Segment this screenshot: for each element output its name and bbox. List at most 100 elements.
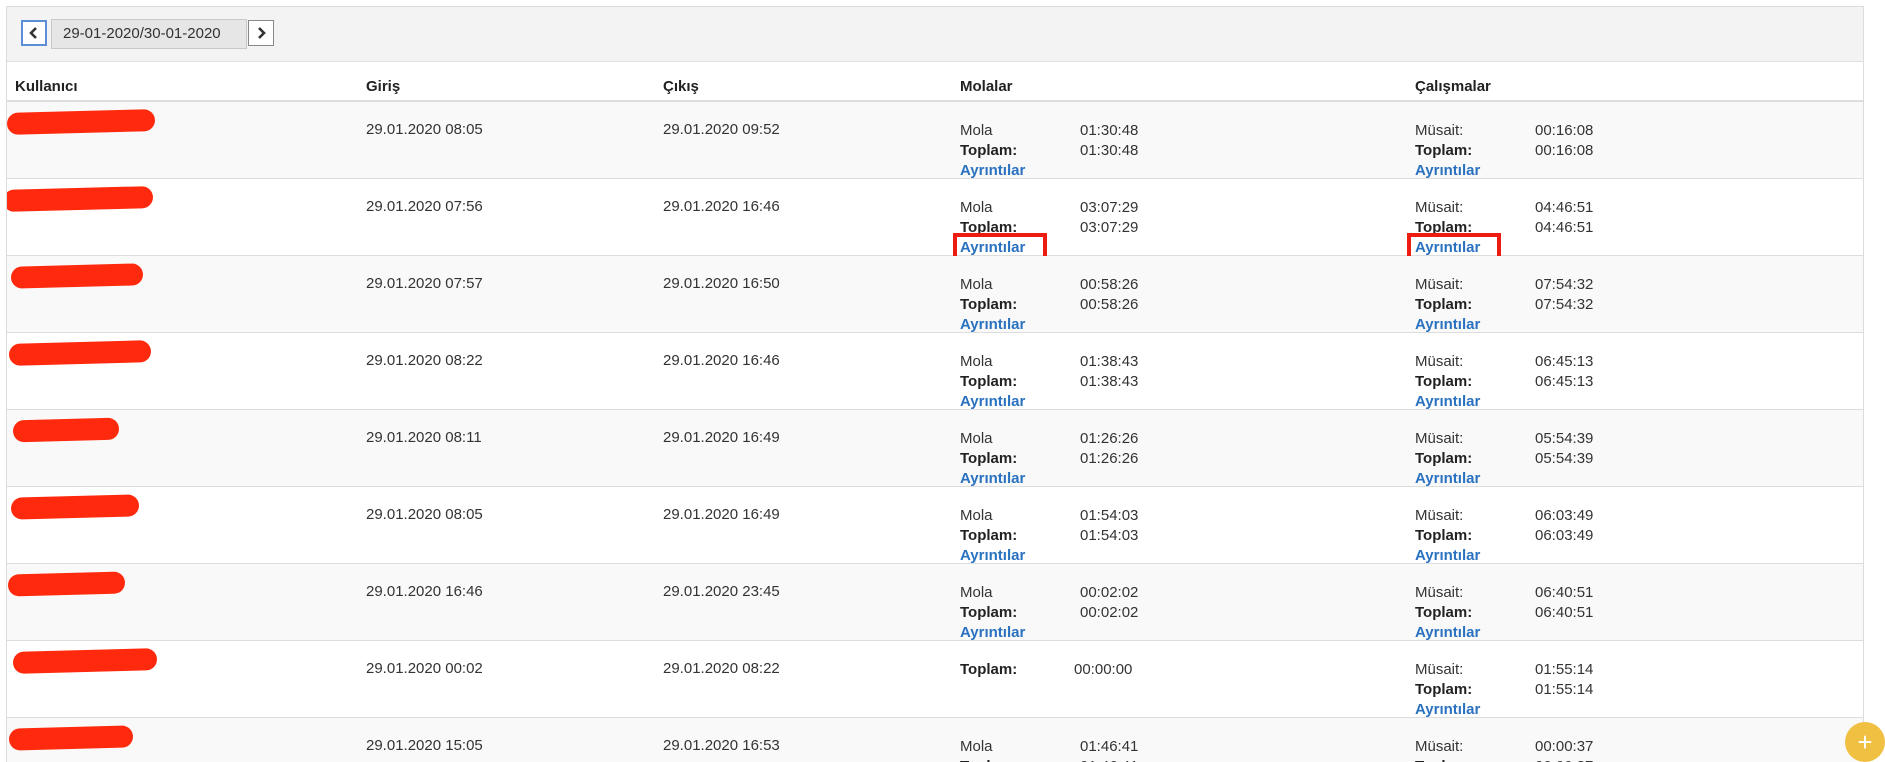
break-label: Mola: [960, 584, 993, 601]
available-label: Müsait:: [1415, 584, 1464, 601]
table-row: 29.01.2020 08:05 29.01.2020 16:49 Mola 01:5…: [7, 487, 1863, 564]
user-name-redaction: [10, 263, 144, 289]
break-value: 01:30:48: [1080, 122, 1139, 139]
user-name-redaction: [8, 725, 134, 751]
break-total-value: 01:26:26: [1080, 450, 1139, 467]
work-details-link[interactable]: Ayrıntılar: [1415, 700, 1480, 720]
break-value: 01:46:41: [1080, 738, 1139, 755]
checkout-time: 29.01.2020 09:52: [663, 121, 780, 138]
break-label: Mola: [960, 276, 993, 293]
break-total-value: 01:46:41: [1080, 757, 1138, 762]
break-total-label: Toplam:: [960, 373, 1018, 390]
available-value: 07:54:32: [1535, 276, 1594, 293]
user-name-redaction: [12, 648, 158, 674]
work-details-link[interactable]: Ayrıntılar: [1415, 392, 1480, 412]
work-total-value: 07:54:32: [1535, 296, 1594, 313]
table-header: Kullanıcı Giriş Çıkış Molalar Çalışmalar: [7, 62, 1863, 102]
checkout-time: 29.01.2020 16:46: [663, 352, 780, 369]
user-name-redaction: [12, 417, 120, 443]
work-total-label: Toplam:: [1415, 527, 1473, 544]
work-details-link[interactable]: Ayrıntılar: [1415, 161, 1480, 181]
break-details-link[interactable]: Ayrıntılar: [960, 546, 1025, 566]
work-total-value: 04:46:51: [1535, 219, 1594, 236]
break-details-link[interactable]: Ayrıntılar: [960, 161, 1025, 181]
date-toolbar: 29-01-2020/30-01-2020: [7, 7, 1863, 62]
break-label: Mola: [960, 353, 993, 370]
break-total-label: Toplam:: [960, 757, 1017, 762]
break-label: Mola: [960, 738, 993, 755]
date-range-field[interactable]: 29-01-2020/30-01-2020: [51, 19, 247, 49]
work-total-value: 01:55:14: [1535, 681, 1594, 698]
work-details-link[interactable]: Ayrıntılar: [1415, 469, 1480, 489]
available-value: 01:55:14: [1535, 661, 1594, 678]
add-button[interactable]: +: [1845, 722, 1885, 762]
break-details-link[interactable]: Ayrıntılar: [960, 315, 1025, 335]
available-label: Müsait:: [1415, 661, 1464, 678]
available-value: 06:45:13: [1535, 353, 1594, 370]
checkout-time: 29.01.2020 16:49: [663, 506, 780, 523]
user-name-redaction: [7, 571, 126, 597]
break-details-link[interactable]: Ayrıntılar: [960, 623, 1025, 643]
break-value: 01:26:26: [1080, 430, 1139, 447]
header-user: Kullanıcı: [15, 78, 78, 95]
user-name-redaction: [7, 109, 156, 135]
checkout-time: 29.01.2020 16:50: [663, 275, 780, 292]
checkin-time: 29.01.2020 08:05: [366, 121, 483, 138]
checkin-time: 29.01.2020 16:46: [366, 583, 483, 600]
break-label: Mola: [960, 507, 993, 524]
work-total-label: Toplam:: [1415, 757, 1472, 762]
work-details-link[interactable]: Ayrıntılar: [1415, 623, 1480, 643]
available-value: 04:46:51: [1535, 199, 1594, 216]
break-total-label: Toplam:: [960, 142, 1018, 159]
chevron-right-icon: [258, 27, 266, 39]
table-row: 29.01.2020 07:57 29.01.2020 16:50 Mola 00:5…: [7, 256, 1863, 333]
break-total-value: 01:30:48: [1080, 142, 1139, 159]
checkout-time: 29.01.2020 16:46: [663, 198, 780, 215]
break-label: Mola: [960, 122, 993, 139]
break-total-label: Toplam:: [960, 450, 1018, 467]
work-total-value: 05:54:39: [1535, 450, 1594, 467]
table-row: 29.01.2020 08:22 29.01.2020 16:46 Mola 01:3…: [7, 333, 1863, 410]
break-total-label: Toplam:: [960, 296, 1018, 313]
table-row: 29.01.2020 16:46 29.01.2020 23:45 Mola 00:0…: [7, 564, 1863, 641]
checkin-time: 29.01.2020 07:57: [366, 275, 483, 292]
table-body: 29.01.2020 08:05 29.01.2020 09:52 Mola 01:3…: [7, 102, 1863, 762]
work-total-value: 00:00:37: [1535, 757, 1593, 762]
header-breaks: Molalar: [960, 78, 1013, 95]
available-value: 00:16:08: [1535, 122, 1594, 139]
attendance-panel: 29-01-2020/30-01-2020 Kullanıcı Giriş Çı…: [6, 6, 1864, 762]
available-label: Müsait:: [1415, 507, 1464, 524]
break-total-value: 00:58:26: [1080, 296, 1139, 313]
checkout-time: 29.01.2020 16:53: [663, 737, 780, 754]
checkin-time: 29.01.2020 08:22: [366, 352, 483, 369]
available-label: Müsait:: [1415, 122, 1464, 139]
work-total-value: 06:45:13: [1535, 373, 1594, 390]
checkin-time: 29.01.2020 08:11: [366, 429, 482, 446]
checkout-time: 29.01.2020 08:22: [663, 660, 780, 677]
break-details-link[interactable]: Ayrıntılar: [960, 392, 1025, 412]
break-total-label: Toplam:: [960, 661, 1018, 678]
break-label: Mola: [960, 199, 993, 216]
table-row: 29.01.2020 15:05 29.01.2020 16:53 Mola 01:4…: [7, 718, 1863, 762]
work-details-link[interactable]: Ayrıntılar: [1415, 315, 1480, 335]
table-row: 29.01.2020 07:56 29.01.2020 16:46 Mola 03:0…: [7, 179, 1863, 263]
user-name-redaction: [7, 186, 154, 212]
prev-date-button[interactable]: [21, 20, 47, 46]
next-date-button[interactable]: [248, 20, 274, 46]
work-details-link[interactable]: Ayrıntılar: [1415, 546, 1480, 566]
available-value: 06:40:51: [1535, 584, 1594, 601]
break-value: 00:58:26: [1080, 276, 1139, 293]
work-total-value: 06:03:49: [1535, 527, 1594, 544]
available-value: 06:03:49: [1535, 507, 1594, 524]
break-total-value: 03:07:29: [1080, 219, 1139, 236]
plus-icon: +: [1857, 726, 1873, 757]
header-checkin: Giriş: [366, 78, 401, 95]
work-total-label: Toplam:: [1415, 373, 1473, 390]
available-label: Müsait:: [1415, 276, 1464, 293]
break-label: Mola: [960, 430, 993, 447]
work-total-label: Toplam:: [1415, 142, 1473, 159]
header-checkout: Çıkış: [663, 78, 699, 95]
break-total-label: Toplam:: [960, 604, 1018, 621]
break-details-link[interactable]: Ayrıntılar: [960, 469, 1025, 489]
break-value: 01:54:03: [1080, 507, 1139, 524]
